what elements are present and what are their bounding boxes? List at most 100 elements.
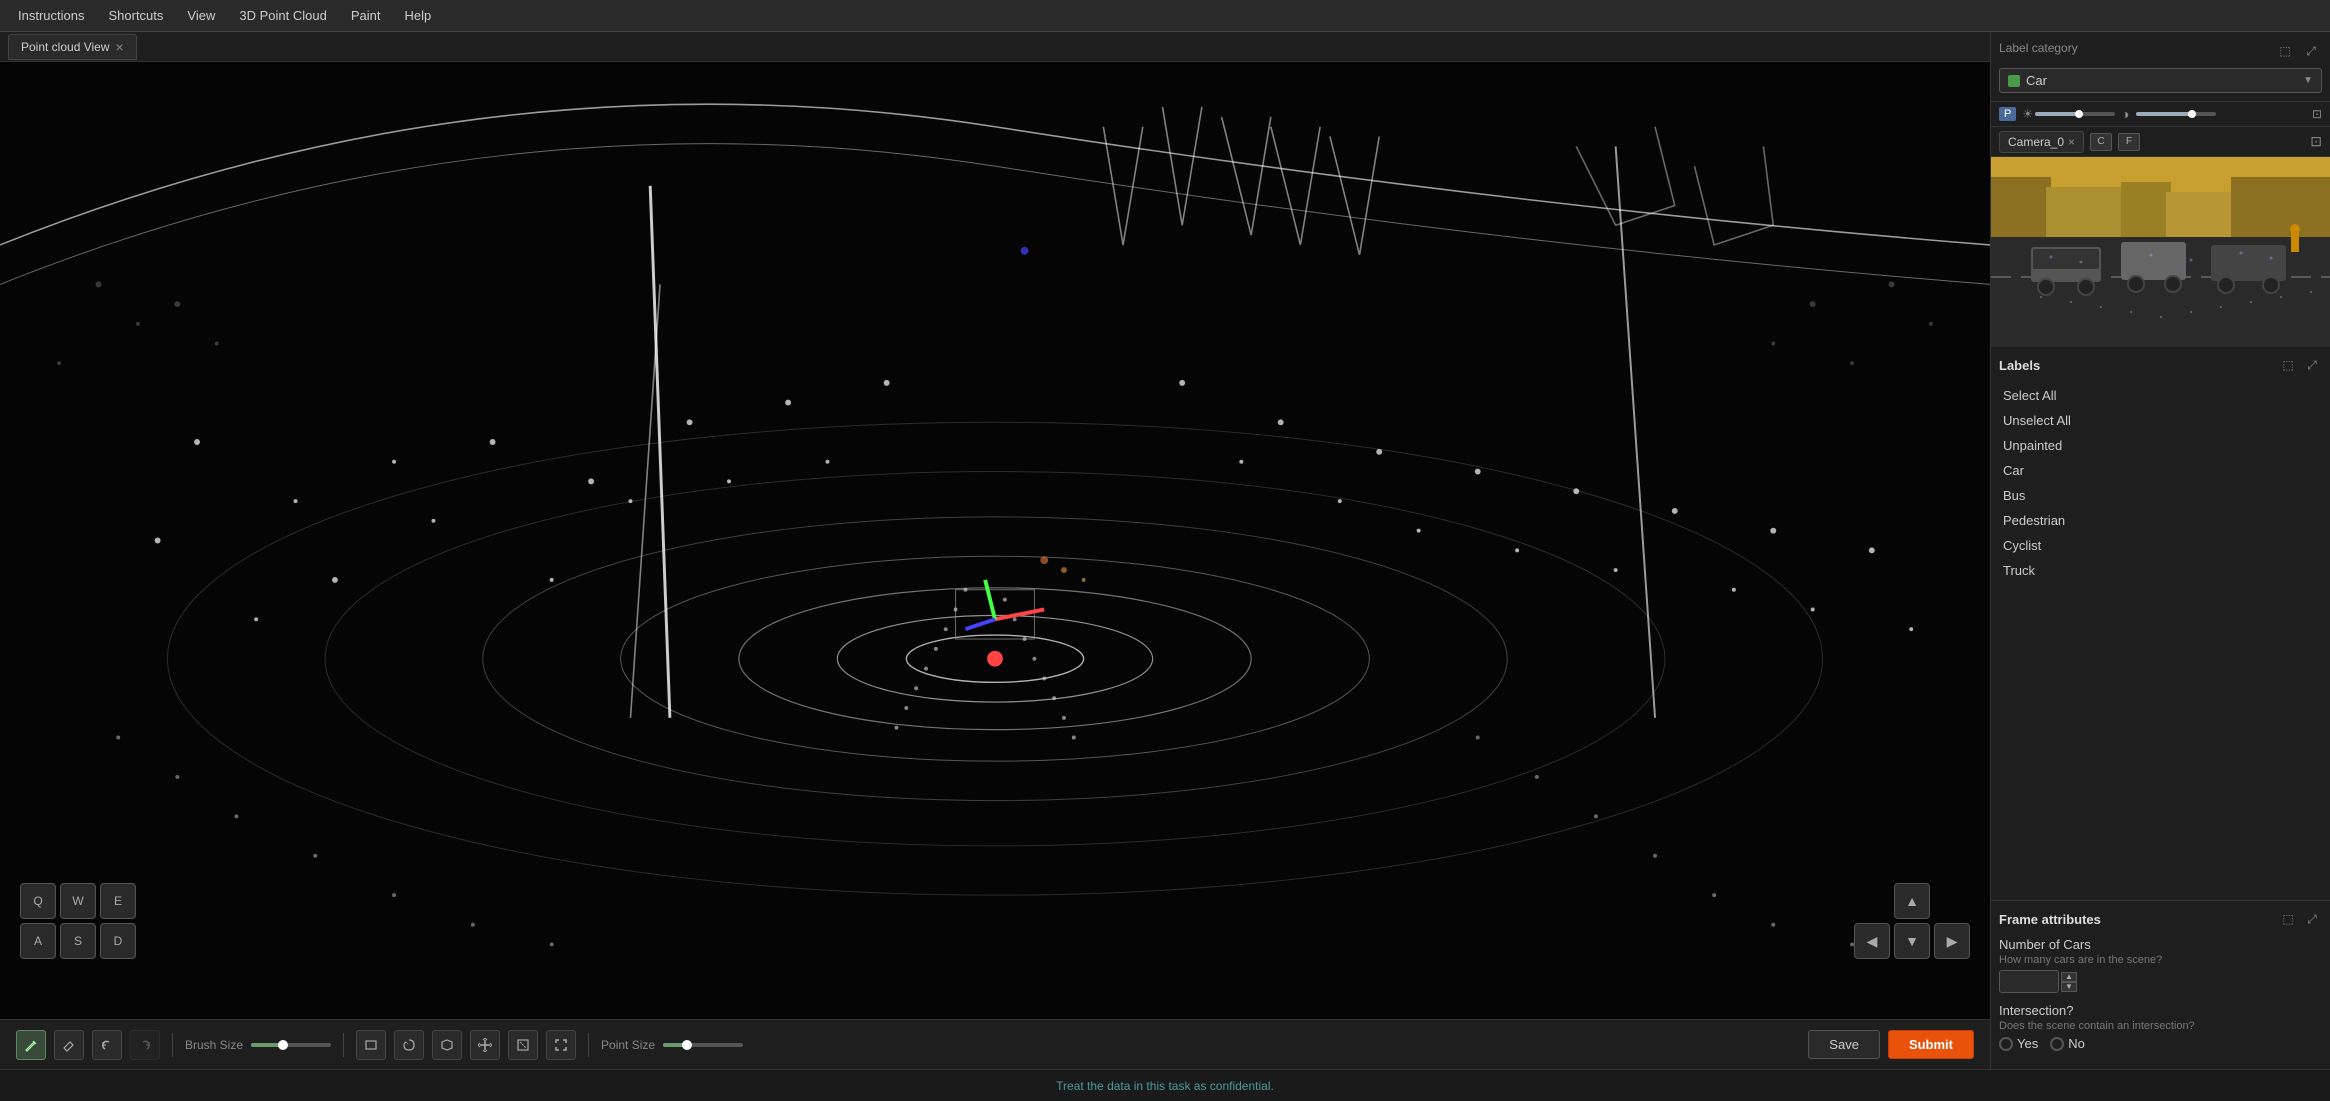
label-cyclist[interactable]: Cyclist bbox=[1999, 533, 2322, 558]
key-w[interactable]: W bbox=[60, 883, 96, 919]
redo-tool-button[interactable] bbox=[130, 1030, 160, 1060]
number-of-cars-attr: Number of Cars How many cars are in the … bbox=[1999, 937, 2322, 993]
paint-tool-button[interactable] bbox=[432, 1030, 462, 1060]
crop-tool-button[interactable] bbox=[508, 1030, 538, 1060]
frame-attributes-header: Frame attributes ⬚ ⤢ bbox=[1999, 909, 2322, 929]
label-unselect-all[interactable]: Unselect All bbox=[1999, 408, 2322, 433]
intersection-desc: Does the scene contain an intersection? bbox=[1999, 1020, 2322, 1032]
tab-label: Point cloud View bbox=[21, 40, 110, 54]
arrow-middle-row: ◀ ▼ ▶ bbox=[1854, 923, 1970, 959]
spinner-down-button[interactable]: ▼ bbox=[2061, 982, 2077, 992]
eraser-tool-button[interactable] bbox=[54, 1030, 84, 1060]
labels-header: Labels ⬚ ⤢ bbox=[1999, 355, 2322, 375]
key-d[interactable]: D bbox=[100, 923, 136, 959]
pen-tool-button[interactable] bbox=[16, 1030, 46, 1060]
intersection-yes-radio[interactable]: Yes bbox=[1999, 1036, 2038, 1051]
point-cloud-tab-bar: Point cloud View × bbox=[0, 32, 1990, 62]
submit-button[interactable]: Submit bbox=[1888, 1030, 1974, 1059]
rectangle-tool-button[interactable] bbox=[356, 1030, 386, 1060]
menu-shortcuts[interactable]: Shortcuts bbox=[98, 4, 173, 27]
intersection-no-radio[interactable]: No bbox=[2050, 1036, 2085, 1051]
key-s[interactable]: S bbox=[60, 923, 96, 959]
label-bus[interactable]: Bus bbox=[1999, 483, 2322, 508]
camera-c-button[interactable]: C bbox=[2090, 133, 2112, 151]
number-of-cars-input[interactable] bbox=[1999, 970, 2059, 993]
menu-help[interactable]: Help bbox=[394, 4, 441, 27]
no-radio-circle bbox=[2050, 1037, 2064, 1051]
status-bar: Treat the data in this task as confident… bbox=[0, 1069, 2330, 1101]
frame-attr-expand-button[interactable]: ⤢ bbox=[2302, 909, 2322, 929]
camera-tab-close[interactable]: × bbox=[2068, 135, 2075, 149]
point-size-slider[interactable] bbox=[663, 1043, 743, 1047]
menu-view[interactable]: View bbox=[177, 4, 225, 27]
point-cloud-canvas[interactable]: Q W E A S D ▲ ◀ ▼ ▶ bbox=[0, 62, 1990, 1019]
fullscreen-tool-button[interactable] bbox=[546, 1030, 576, 1060]
point-cloud-svg bbox=[0, 62, 1990, 1019]
sun-icon: ☀ bbox=[2022, 107, 2033, 121]
label-pedestrian[interactable]: Pedestrian bbox=[1999, 508, 2322, 533]
label-unpainted[interactable]: Unpainted bbox=[1999, 433, 2322, 458]
label-car[interactable]: Car bbox=[1999, 458, 2322, 483]
menu-instructions[interactable]: Instructions bbox=[8, 4, 94, 27]
number-of-cars-desc: How many cars are in the scene? bbox=[1999, 954, 2322, 966]
frame-attributes-section: Frame attributes ⬚ ⤢ Number of Cars How … bbox=[1991, 900, 2330, 1069]
lasso-tool-button[interactable] bbox=[394, 1030, 424, 1060]
point-cloud-tab[interactable]: Point cloud View × bbox=[8, 34, 137, 60]
intersection-radio-row: Yes No bbox=[1999, 1036, 2322, 1051]
menu-bar: Instructions Shortcuts View 3D Point Clo… bbox=[0, 0, 2330, 32]
camera-scene-svg bbox=[1991, 157, 2330, 347]
undo-tool-button[interactable] bbox=[92, 1030, 122, 1060]
camera-tab-label: Camera_0 bbox=[2008, 135, 2064, 149]
labels-title: Labels bbox=[1999, 358, 2040, 373]
brightness-slider-1[interactable] bbox=[2035, 112, 2115, 116]
arrow-left-button[interactable]: ◀ bbox=[1854, 923, 1890, 959]
label-category-section: Label category ⬚ ⤢ Car ▼ bbox=[1991, 32, 2330, 102]
brush-size-label: Brush Size bbox=[185, 1038, 243, 1052]
yes-radio-label: Yes bbox=[2017, 1036, 2038, 1051]
yes-radio-circle bbox=[1999, 1037, 2013, 1051]
brush-size-slider[interactable] bbox=[251, 1043, 331, 1047]
arrow-up-button[interactable]: ▲ bbox=[1894, 883, 1930, 919]
label-truck[interactable]: Truck bbox=[1999, 558, 2322, 583]
main-layout: Point cloud View × bbox=[0, 32, 2330, 1069]
category-dropdown[interactable]: Car ▼ bbox=[1999, 68, 2322, 93]
key-row-2: A S D bbox=[20, 923, 136, 959]
toolbar-divider-2 bbox=[343, 1033, 344, 1057]
status-message: Treat the data in this task as confident… bbox=[1056, 1079, 1274, 1093]
p-badge: P bbox=[1999, 107, 2016, 121]
label-select-all[interactable]: Select All bbox=[1999, 383, 2322, 408]
labels-minimize-button[interactable]: ⬚ bbox=[2278, 355, 2298, 375]
arrow-down-button[interactable]: ▼ bbox=[1894, 923, 1930, 959]
fit-button[interactable]: ⊡ bbox=[2312, 107, 2322, 121]
tab-close-button[interactable]: × bbox=[116, 39, 124, 55]
intersection-label: Intersection? bbox=[1999, 1003, 2322, 1018]
camera-f-button[interactable]: F bbox=[2118, 133, 2140, 151]
arrow-keys: ▲ ◀ ▼ ▶ bbox=[1854, 883, 1970, 959]
nav-keys: Q W E A S D bbox=[20, 883, 136, 959]
top-right-controls: P ☀ ◑ ⊡ bbox=[1991, 102, 2330, 127]
key-row-1: Q W E bbox=[20, 883, 136, 919]
category-selected-name: Car bbox=[2026, 73, 2303, 88]
key-a[interactable]: A bbox=[20, 923, 56, 959]
label-minimize-button[interactable]: ⬚ bbox=[2274, 40, 2296, 62]
labels-expand-button[interactable]: ⤢ bbox=[2302, 355, 2322, 375]
no-radio-label: No bbox=[2068, 1036, 2085, 1051]
menu-paint[interactable]: Paint bbox=[341, 4, 391, 27]
frame-attributes-title: Frame attributes bbox=[1999, 912, 2101, 927]
move-tool-button[interactable] bbox=[470, 1030, 500, 1060]
camera-scene bbox=[1991, 157, 2330, 347]
arrow-right-button[interactable]: ▶ bbox=[1934, 923, 1970, 959]
save-button[interactable]: Save bbox=[1808, 1030, 1880, 1059]
point-size-label: Point Size bbox=[601, 1038, 655, 1052]
frame-attr-minimize-button[interactable]: ⬚ bbox=[2278, 909, 2298, 929]
menu-3d-point-cloud[interactable]: 3D Point Cloud bbox=[229, 4, 336, 27]
key-q[interactable]: Q bbox=[20, 883, 56, 919]
label-category-title: Label category bbox=[1999, 41, 2078, 55]
camera-expand-button[interactable]: ⊡ bbox=[2310, 133, 2322, 150]
contrast-icon: ◑ bbox=[2121, 106, 2129, 122]
key-e[interactable]: E bbox=[100, 883, 136, 919]
brightness-slider-2[interactable] bbox=[2136, 112, 2216, 116]
category-dropdown-arrow: ▼ bbox=[2303, 75, 2313, 86]
spinner-up-button[interactable]: ▲ bbox=[2061, 972, 2077, 982]
label-expand-button[interactable]: ⤢ bbox=[2300, 40, 2322, 62]
